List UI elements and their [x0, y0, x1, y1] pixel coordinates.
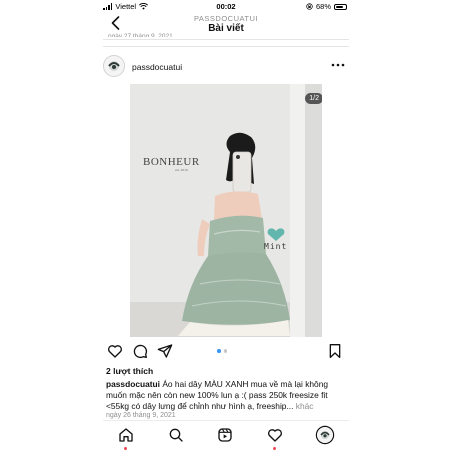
- carousel-dot-active: [217, 349, 221, 353]
- post-username[interactable]: passdocuatui: [132, 62, 182, 72]
- likes-count[interactable]: 2 lượt thích: [106, 366, 153, 376]
- avatar-image: [104, 56, 124, 76]
- heart-icon[interactable]: [107, 343, 123, 359]
- share-icon[interactable]: [157, 343, 173, 359]
- post-header: passdocuatui: [103, 55, 349, 79]
- instagram-post-screen: Viettel 00:02 68% PASSDOCUATUI Bài viết …: [103, 0, 349, 450]
- post-image[interactable]: BONHEUR est. 2019 Mint 1/2: [130, 84, 322, 337]
- home-icon[interactable]: [118, 427, 134, 443]
- image-counter: 1/2: [305, 93, 322, 104]
- avatar[interactable]: [104, 56, 124, 76]
- carousel-indicator: [217, 349, 227, 353]
- bottom-nav: [103, 420, 349, 450]
- post-date: ngày 26 tháng 9, 2021: [106, 412, 176, 419]
- previous-post-date: ngày 27 tháng 9, 2021: [108, 33, 173, 37]
- brand-watermark: BONHEUR: [143, 156, 200, 168]
- comment-icon[interactable]: [132, 343, 148, 359]
- profile-avatar[interactable]: [317, 427, 333, 443]
- battery-icon: [334, 3, 347, 10]
- brand-watermark-sub: est. 2019: [175, 168, 188, 172]
- battery-percent: 68%: [315, 2, 331, 11]
- reels-icon[interactable]: [217, 427, 233, 443]
- sticker-text: Mint: [264, 242, 288, 251]
- bookmark-icon[interactable]: [327, 343, 343, 359]
- post-caption: passdocuatui Áo hai dây MÀU XANH mua về …: [106, 379, 346, 412]
- status-right: 68%: [306, 2, 347, 11]
- caption-username[interactable]: passdocuatui: [106, 379, 160, 389]
- profile-avatar-image: [317, 427, 333, 443]
- activity-icon[interactable]: [267, 427, 283, 443]
- lock-rotation-icon: [306, 3, 313, 10]
- post-photo: [130, 84, 322, 337]
- carousel-dot: [223, 349, 227, 353]
- ellipsis-icon[interactable]: [331, 61, 345, 69]
- post-divider: [103, 46, 349, 47]
- search-icon[interactable]: [168, 427, 184, 443]
- header-divider: [103, 39, 349, 40]
- account-name: PASSDOCUATUI: [193, 14, 259, 23]
- caption-more-link[interactable]: khác: [296, 401, 314, 411]
